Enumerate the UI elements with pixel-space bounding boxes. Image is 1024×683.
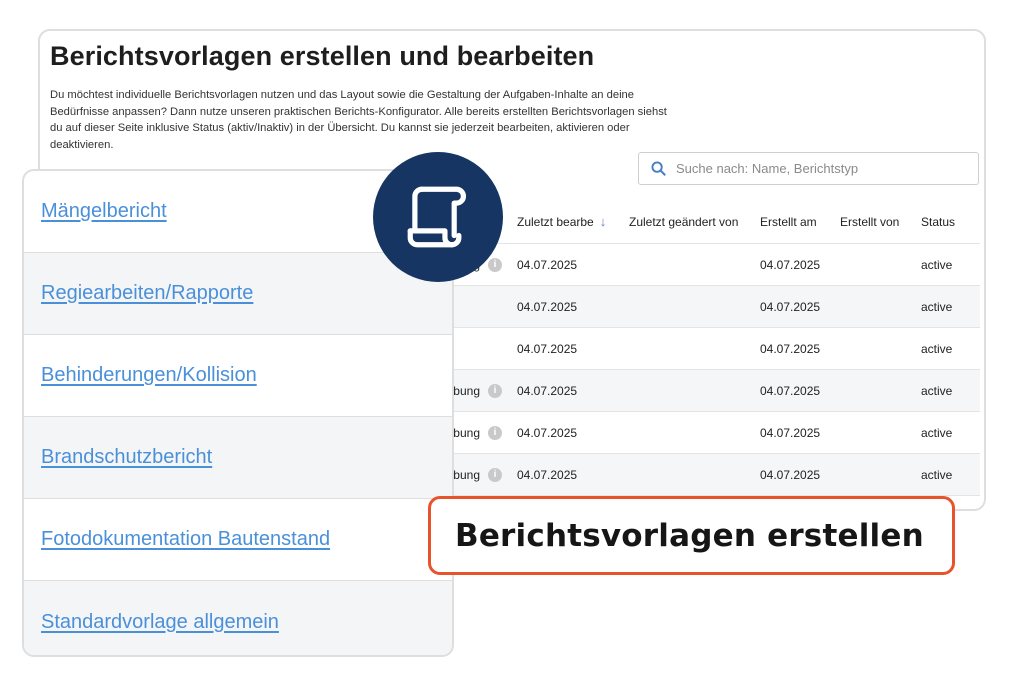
column-header-status[interactable]: Status [921,200,955,243]
callout-box: Berichtsvorlagen erstellen [428,496,955,575]
row-created: 04.07.2025 [760,299,821,314]
row-status: active [921,299,953,314]
search-input[interactable] [676,161,956,176]
search-icon [651,161,666,176]
row-name: bung [453,467,480,482]
template-link-standardvorlage[interactable]: Standardvorlage allgemein [41,611,279,634]
report-badge [373,152,503,282]
page-description: Du möchtest individuelle Berichtsvorlage… [50,89,667,151]
row-status: active [921,425,953,440]
row-created: 04.07.2025 [760,341,821,356]
search-field[interactable] [638,152,979,185]
column-header-label: Zuletzt bearbe [517,214,594,229]
row-status: active [921,383,953,398]
callout-text: Berichtsvorlagen erstellen [455,517,924,554]
row-updated: 04.07.2025 [517,425,578,440]
row-created: 04.07.2025 [760,257,821,272]
row-status: active [921,257,953,272]
sort-down-icon[interactable]: ↓ [600,214,607,229]
list-item: Regiearbeiten/Rapporte [24,253,452,335]
list-item: Brandschutzbericht [24,417,452,499]
list-item: Behinderungen/Kollision [24,335,452,417]
column-header-updated[interactable]: Zuletzt bearbe ↓ [517,200,606,243]
row-updated: 04.07.2025 [517,341,578,356]
row-created: 04.07.2025 [760,425,821,440]
info-icon[interactable]: i [488,257,502,272]
list-item: Standardvorlage allgemein [24,581,452,655]
column-header-created-by[interactable]: Erstellt von [840,200,899,243]
info-icon[interactable]: i [488,467,502,482]
template-link-brandschutzbericht[interactable]: Brandschutzbericht [41,446,212,469]
info-icon[interactable]: i [488,383,502,398]
row-updated: 04.07.2025 [517,299,578,314]
template-link-maengelbericht[interactable]: Mängelbericht [41,200,167,223]
column-header-updated-by[interactable]: Zuletzt geändert von [629,200,738,243]
scroll-document-icon [407,186,467,248]
template-link-regiearbeiten[interactable]: Regiearbeiten/Rapporte [41,282,253,305]
page-title: Berichtsvorlagen erstellen und bearbeite… [50,41,595,71]
row-updated: 04.07.2025 [517,257,578,272]
row-created: 04.07.2025 [760,383,821,398]
row-updated: 04.07.2025 [517,383,578,398]
template-link-behinderungen[interactable]: Behinderungen/Kollision [41,364,257,387]
row-status: active [921,467,953,482]
row-updated: 04.07.2025 [517,467,578,482]
row-created: 04.07.2025 [760,467,821,482]
row-name: bung [453,383,480,398]
row-status: active [921,341,953,356]
list-item: Fotodokumentation Bautenstand [24,499,452,581]
column-header-created[interactable]: Erstellt am [760,200,817,243]
template-link-fotodokumentation[interactable]: Fotodokumentation Bautenstand [41,528,330,551]
info-icon[interactable]: i [488,425,502,440]
row-name: bung [453,425,480,440]
